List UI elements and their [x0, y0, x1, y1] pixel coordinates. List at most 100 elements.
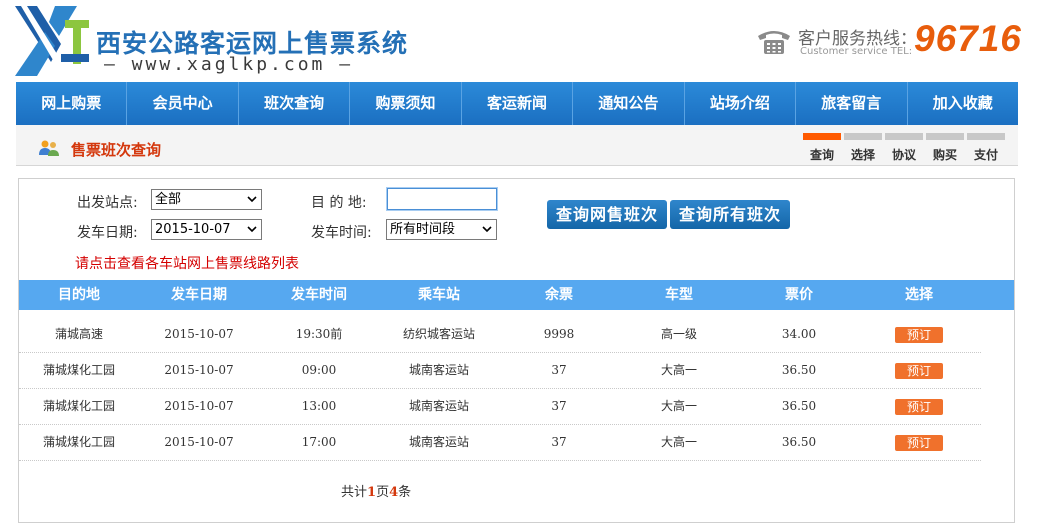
cell-bus-type: 大高一: [660, 435, 697, 449]
cell-destination: 蒲城高速: [54, 327, 103, 341]
column-header: 发车时间: [291, 287, 347, 303]
book-button[interactable]: 预订: [895, 327, 943, 343]
logo-icon[interactable]: [15, 6, 89, 76]
query-online-button[interactable]: 查询网售班次: [547, 200, 667, 229]
cell-time: 17:00: [301, 435, 337, 449]
step-label: 协议: [891, 148, 916, 162]
cell-destination: 蒲城煤化工园: [42, 363, 115, 377]
step-bar: [926, 133, 964, 140]
progress-steps: 查询 选择 协议 购买 支付: [803, 133, 1005, 163]
phone-icon: [758, 31, 790, 54]
pager-page-count: 1: [367, 485, 377, 500]
step-bar: [885, 133, 923, 140]
column-header: 发车日期: [171, 287, 227, 303]
departure-value: 全部: [155, 192, 182, 207]
time-label: 发车时间:: [311, 225, 372, 241]
cell-remaining: 9998: [543, 327, 575, 341]
column-header: 乘车站: [418, 287, 460, 303]
step-label: 查询: [809, 148, 834, 162]
table-header: 目的地 发车日期 发车时间 乘车站 余票 车型 票价 选择: [19, 280, 1014, 310]
cell-station: 纺织城客运站: [402, 327, 475, 341]
cell-date: 2015-10-07: [164, 327, 234, 341]
chevron-down-icon: [247, 196, 257, 203]
date-select[interactable]: 2015-10-07: [151, 219, 262, 240]
users-icon: [39, 140, 59, 156]
pagination-summary: 共计1页4条: [341, 481, 411, 500]
route-list-link[interactable]: 请点击查看各车站网上售票线路列表: [75, 253, 299, 273]
column-header: 目的地: [58, 287, 100, 303]
cell-remaining: 37: [551, 435, 567, 449]
destination-label: 目 的 地:: [311, 195, 367, 211]
pager-mid: 页: [376, 485, 390, 500]
nav-item-buy-online[interactable]: 网上购票: [16, 82, 128, 125]
book-button[interactable]: 预订: [895, 363, 943, 379]
query-all-button[interactable]: 查询所有班次: [670, 200, 790, 229]
pager-prefix: 共计: [341, 485, 368, 500]
nav-item-announcements[interactable]: 通知公告: [573, 82, 685, 125]
nav-item-member-center[interactable]: 会员中心: [127, 82, 239, 125]
cell-date: 2015-10-07: [164, 399, 234, 413]
step-select: 选择: [844, 133, 882, 163]
cell-date: 2015-10-07: [164, 363, 234, 377]
nav-item-add-favorite[interactable]: 加入收藏: [908, 82, 1018, 125]
cell-date: 2015-10-07: [164, 435, 234, 449]
column-header: 选择: [905, 287, 933, 303]
hotline-number: 96716: [914, 18, 1022, 59]
cell-time: 09:00: [301, 363, 337, 377]
table-row: 蒲城高速 2015-10-07 19:30前 纺织城客运站 9998 高一级 3…: [19, 316, 981, 353]
time-select[interactable]: 所有时间段: [386, 219, 497, 240]
table-row: 蒲城煤化工园 2015-10-07 13:00 城南客运站 37 大高一 36.…: [19, 388, 981, 425]
cell-price: 36.50: [781, 435, 817, 449]
cell-price: 34.00: [781, 327, 817, 341]
cell-price: 36.50: [781, 399, 817, 413]
cell-bus-type: 高一级: [660, 327, 697, 341]
step-label: 选择: [850, 148, 875, 162]
cell-remaining: 37: [551, 363, 567, 377]
step-purchase: 购买: [926, 133, 964, 163]
step-bar: [803, 133, 841, 140]
date-label: 发车日期:: [77, 225, 138, 241]
nav-item-schedule-query[interactable]: 班次查询: [239, 82, 351, 125]
step-bar: [967, 133, 1005, 140]
nav-item-purchase-notice[interactable]: 购票须知: [350, 82, 462, 125]
cell-bus-type: 大高一: [660, 399, 697, 413]
departure-select[interactable]: 全部: [151, 189, 262, 210]
cell-bus-type: 大高一: [660, 363, 697, 377]
step-bar: [844, 133, 882, 140]
column-header: 余票: [545, 287, 573, 303]
pager-suffix: 条: [398, 485, 412, 500]
pager-record-count: 4: [389, 485, 399, 500]
table-row: 蒲城煤化工园 2015-10-07 09:00 城南客运站 37 大高一 36.…: [19, 352, 981, 389]
cell-price: 36.50: [781, 363, 817, 377]
destination-input[interactable]: [386, 187, 498, 211]
cell-destination: 蒲城煤化工园: [42, 435, 115, 449]
nav-item-guestbook[interactable]: 旅客留言: [796, 82, 908, 125]
cell-time: 13:00: [301, 399, 337, 413]
step-agreement: 协议: [885, 133, 923, 163]
hotline-label-en: Customer service TEL:: [800, 46, 913, 57]
column-header: 票价: [785, 287, 813, 303]
site-header: 西安公路客运网上售票系统 — www.xaglkp.com — 客户服务热线： …: [0, 0, 1042, 82]
book-button[interactable]: 预订: [895, 435, 943, 451]
column-header: 车型: [665, 287, 693, 303]
book-button[interactable]: 预订: [895, 399, 943, 415]
section-title: 售票班次查询: [71, 141, 162, 159]
site-url: — www.xaglkp.com —: [104, 54, 354, 75]
nav-item-station-intro[interactable]: 站场介绍: [685, 82, 797, 125]
cell-time: 19:30前: [295, 327, 343, 341]
cell-station: 城南客运站: [408, 399, 469, 413]
chevron-down-icon: [247, 226, 257, 233]
table-row: 蒲城煤化工园 2015-10-07 17:00 城南客运站 37 大高一 36.…: [19, 424, 981, 461]
step-query: 查询: [803, 133, 841, 163]
cell-destination: 蒲城煤化工园: [42, 399, 115, 413]
step-label: 支付: [973, 148, 998, 162]
cell-remaining: 37: [551, 399, 567, 413]
nav-item-transport-news[interactable]: 客运新闻: [462, 82, 574, 125]
chevron-down-icon: [482, 226, 492, 233]
cell-station: 城南客运站: [408, 435, 469, 449]
step-payment: 支付: [967, 133, 1005, 163]
date-value: 2015-10-07: [155, 222, 231, 237]
main-nav: 网上购票 会员中心 班次查询 购票须知 客运新闻 通知公告 站场介绍 旅客留言 …: [16, 82, 1018, 125]
cell-station: 城南客运站: [408, 363, 469, 377]
departure-label: 出发站点:: [77, 195, 138, 211]
